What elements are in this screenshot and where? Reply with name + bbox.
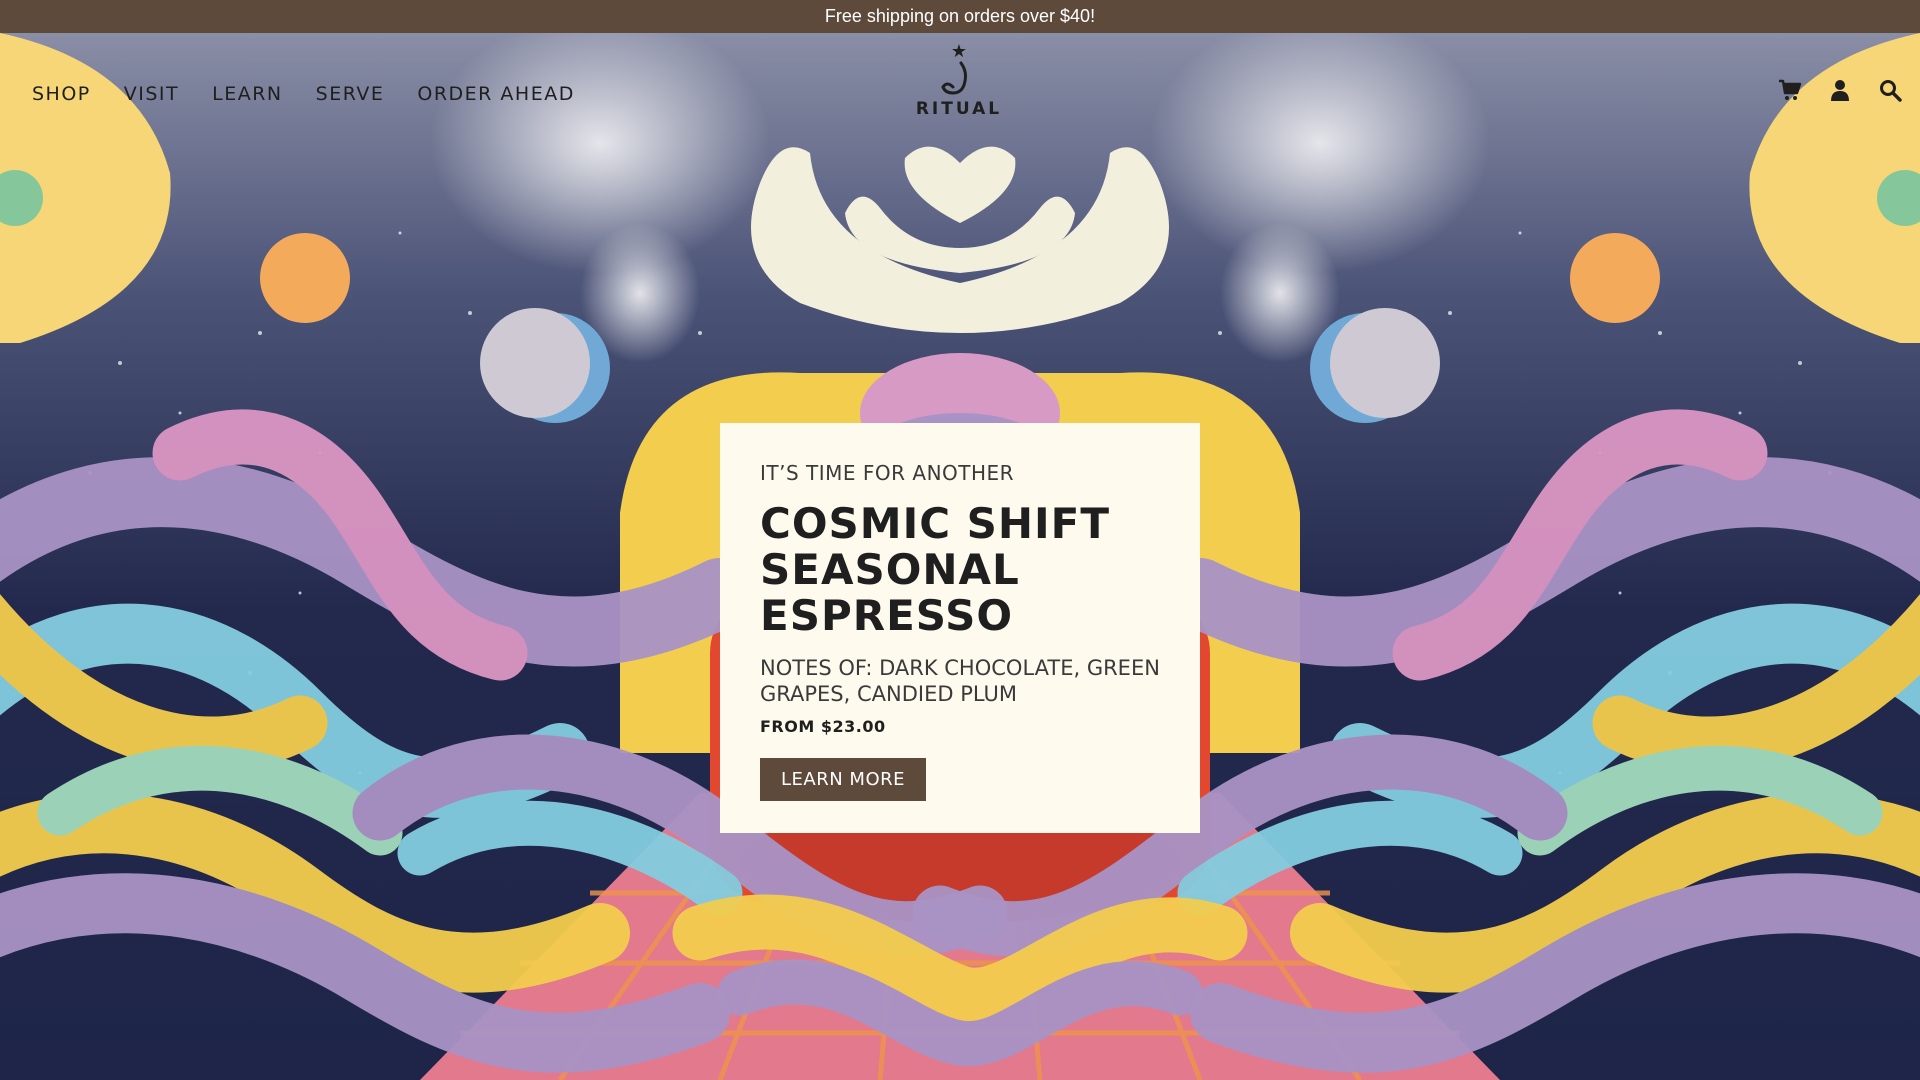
card-eyebrow: IT’S TIME FOR ANOTHER xyxy=(760,461,1015,485)
search-icon[interactable] xyxy=(1878,78,1902,102)
star-icon: ★ xyxy=(950,41,968,62)
announcement-text: Free shipping on orders over $40! xyxy=(824,6,1096,26)
product-price: FROM $23.00 xyxy=(760,717,886,736)
learn-more-button[interactable]: LEARN MORE xyxy=(760,758,926,801)
cart-icon[interactable] xyxy=(1778,78,1802,102)
card-title: COSMIC SHIFT SEASONAL ESPRESSO xyxy=(760,499,1111,640)
nav-visit[interactable]: VISIT xyxy=(124,83,179,105)
hero-banner: SHOP VISIT LEARN SERVE ORDER AHEAD ★ RIT… xyxy=(0,33,1920,1080)
nav-shop[interactable]: SHOP xyxy=(32,83,91,105)
nav-serve[interactable]: SERVE xyxy=(316,83,385,105)
announcement-bar: Free shipping on orders over $40! xyxy=(0,0,1920,33)
featured-product-card: IT’S TIME FOR ANOTHER COSMIC SHIFT SEASO… xyxy=(720,423,1200,833)
main-nav: SHOP VISIT LEARN SERVE ORDER AHEAD xyxy=(32,83,575,105)
nav-learn[interactable]: LEARN xyxy=(212,83,283,105)
ritual-logo-icon xyxy=(941,61,967,95)
site-logo[interactable]: ★ RITUAL xyxy=(906,43,1012,129)
logo-wordmark: RITUAL xyxy=(915,99,1003,119)
nav-order-ahead[interactable]: ORDER AHEAD xyxy=(417,83,574,105)
account-icon[interactable] xyxy=(1828,78,1852,102)
header-icons xyxy=(1778,78,1902,102)
tasting-notes: NOTES OF: DARK CHOCOLATE, GREEN GRAPES, … xyxy=(760,656,1160,706)
